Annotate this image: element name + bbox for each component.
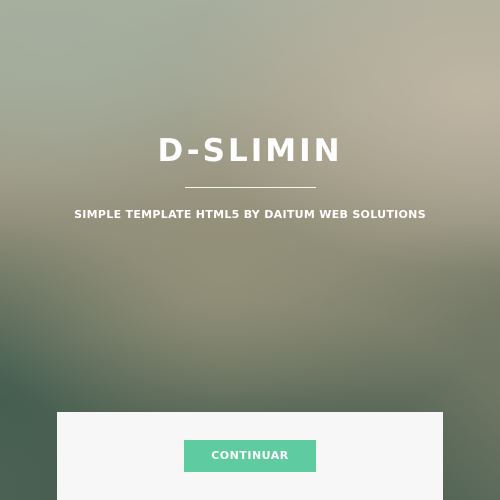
site-subtitle: SIMPLE TEMPLATE HTML5 BY DAITUM WEB SOLU… [74, 208, 426, 221]
content-panel: CONTINUAR [57, 412, 443, 500]
continue-button[interactable]: CONTINUAR [184, 440, 316, 472]
site-title: D-SLIMIN [157, 133, 343, 169]
title-divider [185, 187, 316, 188]
